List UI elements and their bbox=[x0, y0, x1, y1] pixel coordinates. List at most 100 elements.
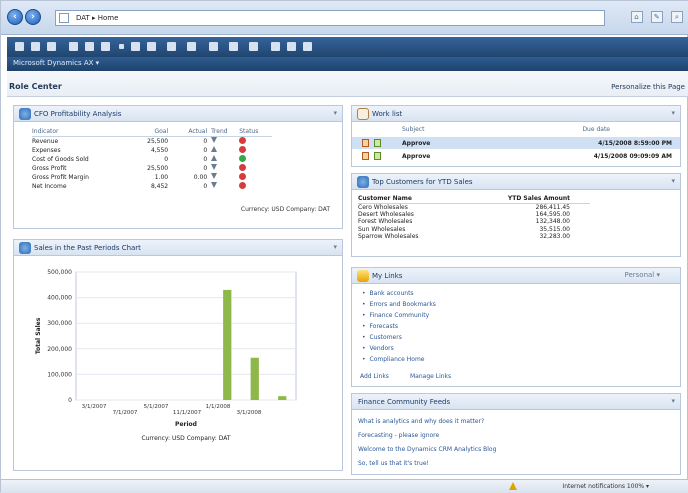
kpi-col-goal: Goal bbox=[129, 127, 173, 137]
toolbar-print-icon[interactable] bbox=[187, 42, 196, 51]
topcustomers-panel: Top Customers for YTD Sales ▾ Customer N… bbox=[351, 173, 681, 257]
mylinks-item[interactable]: Bank accounts bbox=[362, 290, 414, 297]
toolbar-save-icon[interactable] bbox=[85, 42, 94, 51]
sales-panel-header: Sales in the Past Periods Chart ▾ bbox=[14, 240, 342, 256]
panel-menu-icon[interactable]: ▾ bbox=[333, 243, 337, 251]
x-tick-label: 3/1/2007 bbox=[82, 404, 107, 410]
toolbar-view-icon[interactable] bbox=[47, 42, 56, 51]
kpi-col-actual: Actual bbox=[172, 127, 212, 137]
feed-item[interactable]: What is analytics and why does it matter… bbox=[358, 418, 484, 425]
panel-menu-icon[interactable]: ▾ bbox=[671, 397, 675, 405]
table-row[interactable]: Sparrow Wholesales 32,283.00 bbox=[358, 233, 590, 241]
table-row[interactable]: Sun Wholesales 35,515.00 bbox=[358, 226, 590, 234]
toolbar-delete-icon[interactable] bbox=[101, 42, 110, 51]
mylinks-scope-select[interactable]: Personal ▾ bbox=[625, 271, 661, 279]
y-axis-label: Total Sales bbox=[35, 317, 42, 354]
topcustomers-title: Top Customers for YTD Sales bbox=[372, 178, 473, 186]
worklist-row[interactable]: Approve 4/15/2008 8:59:00 PM bbox=[352, 137, 680, 149]
toolbar-filter-icon[interactable] bbox=[131, 42, 140, 51]
panel-menu-icon[interactable]: ▾ bbox=[333, 109, 337, 117]
kpi-goal: 4,550 bbox=[150, 146, 169, 154]
kpi-goal: 8,452 bbox=[150, 182, 169, 190]
status-icon bbox=[239, 172, 247, 180]
kpi-row: Gross Profit Margin 1.00 0.00 bbox=[32, 172, 272, 182]
workitem-subject: Approve bbox=[402, 140, 431, 147]
personalize-link[interactable]: Personalize this Page bbox=[611, 83, 685, 91]
worklist-row[interactable]: Approve 4/15/2008 09:09:09 AM bbox=[352, 150, 680, 162]
kpi-actual: 0 bbox=[203, 137, 208, 145]
toolbar-favorites-icon[interactable] bbox=[271, 42, 280, 51]
toolbar-export-icon[interactable] bbox=[209, 42, 218, 51]
x-tick-label: 5/1/2007 bbox=[144, 404, 169, 410]
worklist-icon bbox=[357, 108, 369, 120]
toolbar-new-icon[interactable] bbox=[69, 42, 78, 51]
workitem-due: 4/15/2008 09:09:09 AM bbox=[593, 153, 672, 160]
address-path: DAT ▸ Home bbox=[76, 14, 119, 22]
kpi-trend bbox=[211, 182, 239, 191]
edit-tool-icon[interactable]: ✎ bbox=[650, 11, 663, 23]
kpi-row: Net Income 8,452 0 bbox=[32, 181, 272, 191]
mylinks-item[interactable]: Errors and Bookmarks bbox=[362, 301, 436, 308]
add-links-link[interactable]: Add Links bbox=[360, 373, 389, 380]
toolbar-refresh-icon[interactable] bbox=[167, 42, 176, 51]
panel-menu-icon[interactable]: ▾ bbox=[671, 109, 675, 117]
workitem-subject: Approve bbox=[402, 153, 431, 160]
panel-menu-icon[interactable]: ▾ bbox=[671, 177, 675, 185]
topcustomers-table: Customer Name YTD Sales Amount Cero Whol… bbox=[358, 195, 590, 241]
warning-icon bbox=[509, 482, 517, 490]
kpi-col-status: Status bbox=[239, 127, 272, 137]
feeds-panel-header: Finance Community Feeds ▾ bbox=[352, 394, 680, 410]
feed-item[interactable]: Welcome to the Dynamics CRM Analytics Bl… bbox=[358, 446, 496, 453]
feed-item[interactable]: Forecasting - please ignore bbox=[358, 432, 439, 439]
y-tick-label: 200,000 bbox=[47, 346, 72, 353]
toolbar-go-forward-icon[interactable] bbox=[249, 42, 258, 51]
search-tool-icon[interactable]: ⌕ bbox=[671, 11, 683, 23]
plot-area bbox=[75, 271, 297, 401]
manage-links-link[interactable]: Manage Links bbox=[410, 373, 451, 380]
kpi-icon bbox=[19, 108, 31, 120]
trend-up-icon bbox=[211, 155, 218, 161]
breadcrumb-text[interactable]: Microsoft Dynamics AX ▾ bbox=[13, 59, 99, 67]
toolbar-options-icon[interactable] bbox=[303, 42, 312, 51]
toolbar-help-icon[interactable] bbox=[287, 42, 296, 51]
chart-icon bbox=[19, 242, 31, 254]
mylinks-item[interactable]: Forecasts bbox=[362, 323, 399, 330]
kpi-row: Revenue 25,500 0 bbox=[32, 136, 272, 146]
worklist-col-subject: Subject bbox=[402, 126, 425, 133]
kpi-status bbox=[239, 154, 272, 164]
kpi-status bbox=[239, 145, 272, 155]
toolbar-edit-icon[interactable] bbox=[31, 42, 40, 51]
table-row[interactable]: Desert Wholesales 164,595.00 bbox=[358, 211, 590, 219]
toolbar-go-back-icon[interactable] bbox=[229, 42, 238, 51]
feed-item[interactable]: So, tell us that it's true! bbox=[358, 460, 429, 467]
home-tool-icon[interactable]: ⌂ bbox=[630, 11, 643, 23]
back-icon[interactable]: ‹ bbox=[7, 9, 23, 25]
toolbar-file-icon[interactable] bbox=[15, 42, 24, 51]
kpi-indicator: Net Income bbox=[32, 182, 67, 190]
star-icon bbox=[357, 270, 369, 282]
cfo-panel-title: CFO Profitability Analysis bbox=[34, 110, 122, 118]
trend-down-icon bbox=[211, 182, 218, 188]
toolbar-sort-icon[interactable] bbox=[147, 42, 156, 51]
x-tick-label: 3/1/2008 bbox=[237, 410, 262, 416]
y-tick-label: 500,000 bbox=[47, 269, 72, 276]
kpi-goal: 0 bbox=[164, 155, 169, 163]
workitem-icon bbox=[362, 152, 369, 160]
table-row[interactable]: Cero Wholesales 286,411.45 bbox=[358, 203, 590, 211]
mylinks-item[interactable]: Vendors bbox=[362, 345, 394, 352]
mylinks-panel: My Links Personal ▾ Bank accounts Errors … bbox=[351, 267, 681, 387]
customer-name: Cero Wholesales bbox=[358, 203, 408, 211]
feeds-title: Finance Community Feeds bbox=[358, 398, 451, 406]
mylinks-item[interactable]: Finance Community bbox=[362, 312, 430, 319]
customer-name: Desert Wholesales bbox=[358, 210, 414, 218]
cfo-currency: Currency: USD Company: DAT bbox=[240, 206, 330, 213]
bar bbox=[278, 396, 287, 400]
status-text: Internet notifications 100% ▾ bbox=[562, 483, 649, 490]
workitem-icon bbox=[362, 139, 369, 147]
forward-icon[interactable]: › bbox=[25, 9, 41, 25]
table-row[interactable]: Forest Wholesales 132,348.00 bbox=[358, 218, 590, 226]
address-field[interactable]: DAT ▸ Home bbox=[55, 10, 605, 26]
mylinks-item[interactable]: Customers bbox=[362, 334, 402, 341]
mylinks-item[interactable]: Compliance Home bbox=[362, 356, 425, 363]
browser-window: ‹ › DAT ▸ Home ⌂ ✎ ⌕ Microsoft Dynamics bbox=[0, 0, 688, 493]
